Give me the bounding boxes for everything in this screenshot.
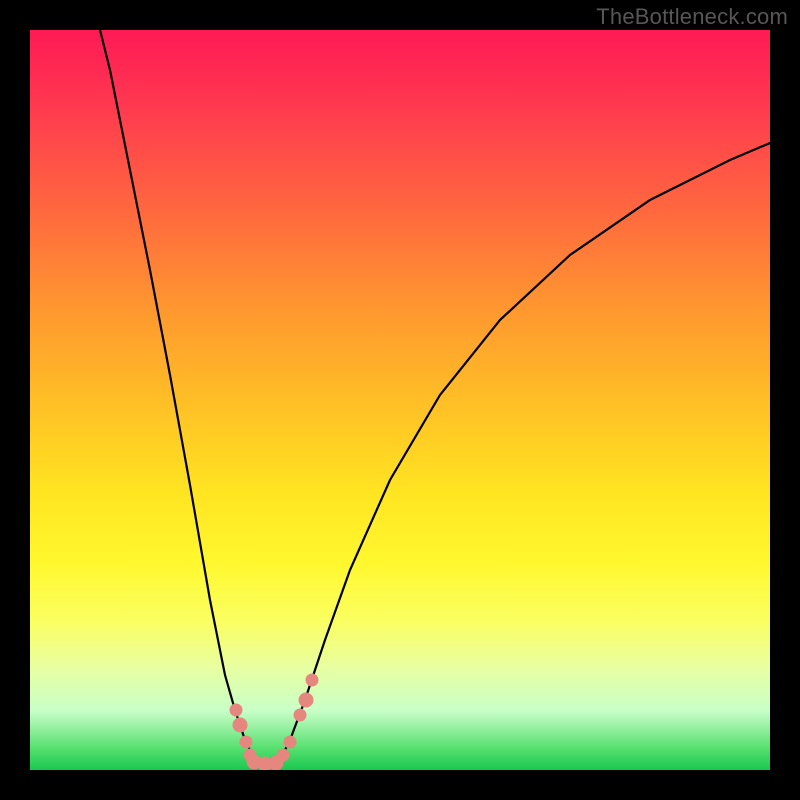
data-markers xyxy=(230,674,318,770)
chart-frame: TheBottleneck.com xyxy=(0,0,800,800)
curve-right xyxy=(280,143,770,760)
data-point xyxy=(233,718,247,732)
plot-area xyxy=(30,30,770,770)
data-point xyxy=(306,674,318,686)
bottleneck-curve xyxy=(30,30,770,770)
data-point xyxy=(294,709,306,721)
data-point xyxy=(230,704,242,716)
data-point xyxy=(299,693,313,707)
curve-left xyxy=(100,30,255,760)
data-point xyxy=(284,736,296,748)
data-point xyxy=(240,736,252,748)
watermark-text: TheBottleneck.com xyxy=(596,4,788,30)
data-point xyxy=(277,749,289,761)
